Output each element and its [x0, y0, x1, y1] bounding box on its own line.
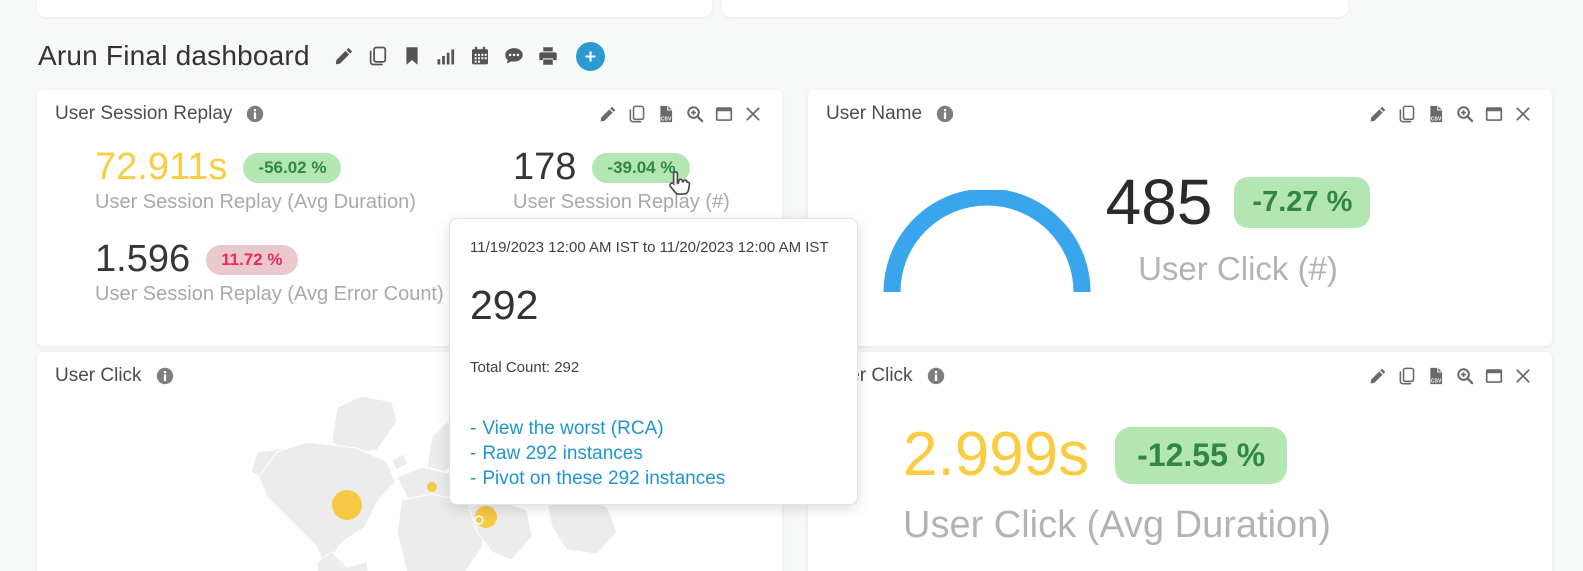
zoom-in-icon[interactable] [1456, 105, 1474, 123]
metric-value: 178 [513, 147, 576, 188]
panel-above-remnant-right [722, 0, 1348, 17]
panel-actions [1369, 105, 1532, 123]
panel-title: User Name [826, 103, 922, 125]
metric-avg-error-count: 1.596 11.72 % User Session Replay (Avg E… [95, 239, 444, 306]
edit-icon[interactable] [599, 105, 617, 123]
trend-badge[interactable]: -39.04 % [592, 153, 690, 183]
metric-value: 72.911s [95, 147, 227, 188]
panel-title: User Session Replay [55, 103, 232, 125]
panel-user-click-duration: User Click 2.999s -12.55 % User Click (A… [808, 352, 1552, 571]
map-north-america [259, 442, 395, 567]
metric-value: 1.596 [95, 239, 190, 280]
metric-tooltip: 11/19/2023 12:00 AM IST to 11/20/2023 12… [449, 218, 858, 505]
close-icon[interactable] [1514, 105, 1532, 123]
metric-avg-duration: 72.911s -56.02 % User Session Replay (Av… [95, 147, 416, 214]
maximize-icon[interactable] [1485, 367, 1503, 385]
gauge-chart [880, 190, 1095, 302]
csv-export-icon[interactable] [1427, 105, 1445, 123]
dashboard-title: Arun Final dashboard [38, 40, 310, 72]
metric-label: User Session Replay (#) [513, 191, 730, 214]
metric-user-click-count: 485 -7.27 % User Click (#) [1108, 170, 1368, 288]
trend-badge[interactable]: -7.27 % [1234, 177, 1370, 228]
calendar-icon[interactable] [470, 46, 490, 66]
metric-label: User Session Replay (Avg Duration) [95, 191, 416, 214]
info-icon[interactable] [936, 105, 954, 123]
tooltip-link-item: -View the worst (RCA) [470, 416, 837, 441]
tooltip-value: 292 [470, 282, 837, 329]
metric-count: 178 -39.04 % User Session Replay (#) [513, 147, 730, 214]
metric-label: User Click (#) [1138, 250, 1338, 288]
info-icon[interactable] [927, 367, 945, 385]
tooltip-links: -View the worst (RCA) -Raw 292 instances… [470, 416, 837, 491]
panel-above-remnant-left [37, 0, 712, 17]
metric-avg-duration: 2.999s -12.55 % User Click (Avg Duration… [903, 424, 1331, 547]
csv-export-icon[interactable] [1427, 367, 1445, 385]
metric-value: 485 [1106, 170, 1213, 234]
maximize-icon[interactable] [715, 105, 733, 123]
link-pivot-instances[interactable]: Pivot on these 292 instances [482, 468, 725, 489]
panel-title: User Click [55, 365, 142, 387]
dashboard-toolbar [334, 42, 605, 71]
gauge-arc[interactable] [892, 197, 1082, 292]
dashboard-screen: Arun Final dashboard User Session Replay [0, 0, 1583, 571]
trend-badge[interactable]: -56.02 % [243, 153, 341, 183]
plus-icon [583, 49, 598, 64]
map-marker-india-small[interactable] [475, 516, 483, 524]
map-uk [392, 454, 408, 470]
info-icon[interactable] [246, 105, 264, 123]
comment-icon[interactable] [504, 46, 524, 66]
maximize-icon[interactable] [1485, 105, 1503, 123]
print-icon[interactable] [538, 46, 558, 66]
copy-icon[interactable] [368, 46, 388, 66]
bar-chart-icon[interactable] [436, 46, 456, 66]
add-widget-button[interactable] [576, 42, 605, 71]
map-marker-usa[interactable] [332, 490, 362, 520]
close-icon[interactable] [1514, 367, 1532, 385]
tooltip-total-count: Total Count: 292 [470, 359, 837, 376]
zoom-in-icon[interactable] [1456, 367, 1474, 385]
close-icon[interactable] [744, 105, 762, 123]
edit-icon[interactable] [334, 46, 354, 66]
map-southeast-asia [547, 497, 617, 554]
map-marker-europe[interactable] [427, 482, 437, 492]
panel-actions [599, 105, 762, 123]
copy-icon[interactable] [628, 105, 646, 123]
dashboard-header: Arun Final dashboard [38, 40, 605, 72]
trend-badge[interactable]: 11.72 % [206, 245, 297, 275]
panel-user-name: User Name 485 -7.27 % User Click (#) [808, 90, 1552, 346]
panel-actions [1369, 367, 1532, 385]
trend-badge[interactable]: -12.55 % [1115, 427, 1287, 484]
link-view-worst-rca[interactable]: View the worst (RCA) [482, 418, 663, 439]
csv-export-icon[interactable] [657, 105, 675, 123]
tooltip-link-item: -Pivot on these 292 instances [470, 466, 837, 491]
metric-label: User Click (Avg Duration) [903, 504, 1331, 547]
metric-label: User Session Replay (Avg Error Count) [95, 283, 444, 306]
link-raw-instances[interactable]: Raw 292 instances [482, 443, 643, 464]
copy-icon[interactable] [1398, 105, 1416, 123]
tooltip-date-range: 11/19/2023 12:00 AM IST to 11/20/2023 12… [470, 239, 837, 256]
metric-value: 2.999s [903, 424, 1089, 486]
zoom-in-icon[interactable] [686, 105, 704, 123]
copy-icon[interactable] [1398, 367, 1416, 385]
edit-icon[interactable] [1369, 367, 1387, 385]
edit-icon[interactable] [1369, 105, 1387, 123]
bookmark-icon[interactable] [402, 46, 422, 66]
info-icon[interactable] [156, 367, 174, 385]
tooltip-link-item: -Raw 292 instances [470, 441, 837, 466]
